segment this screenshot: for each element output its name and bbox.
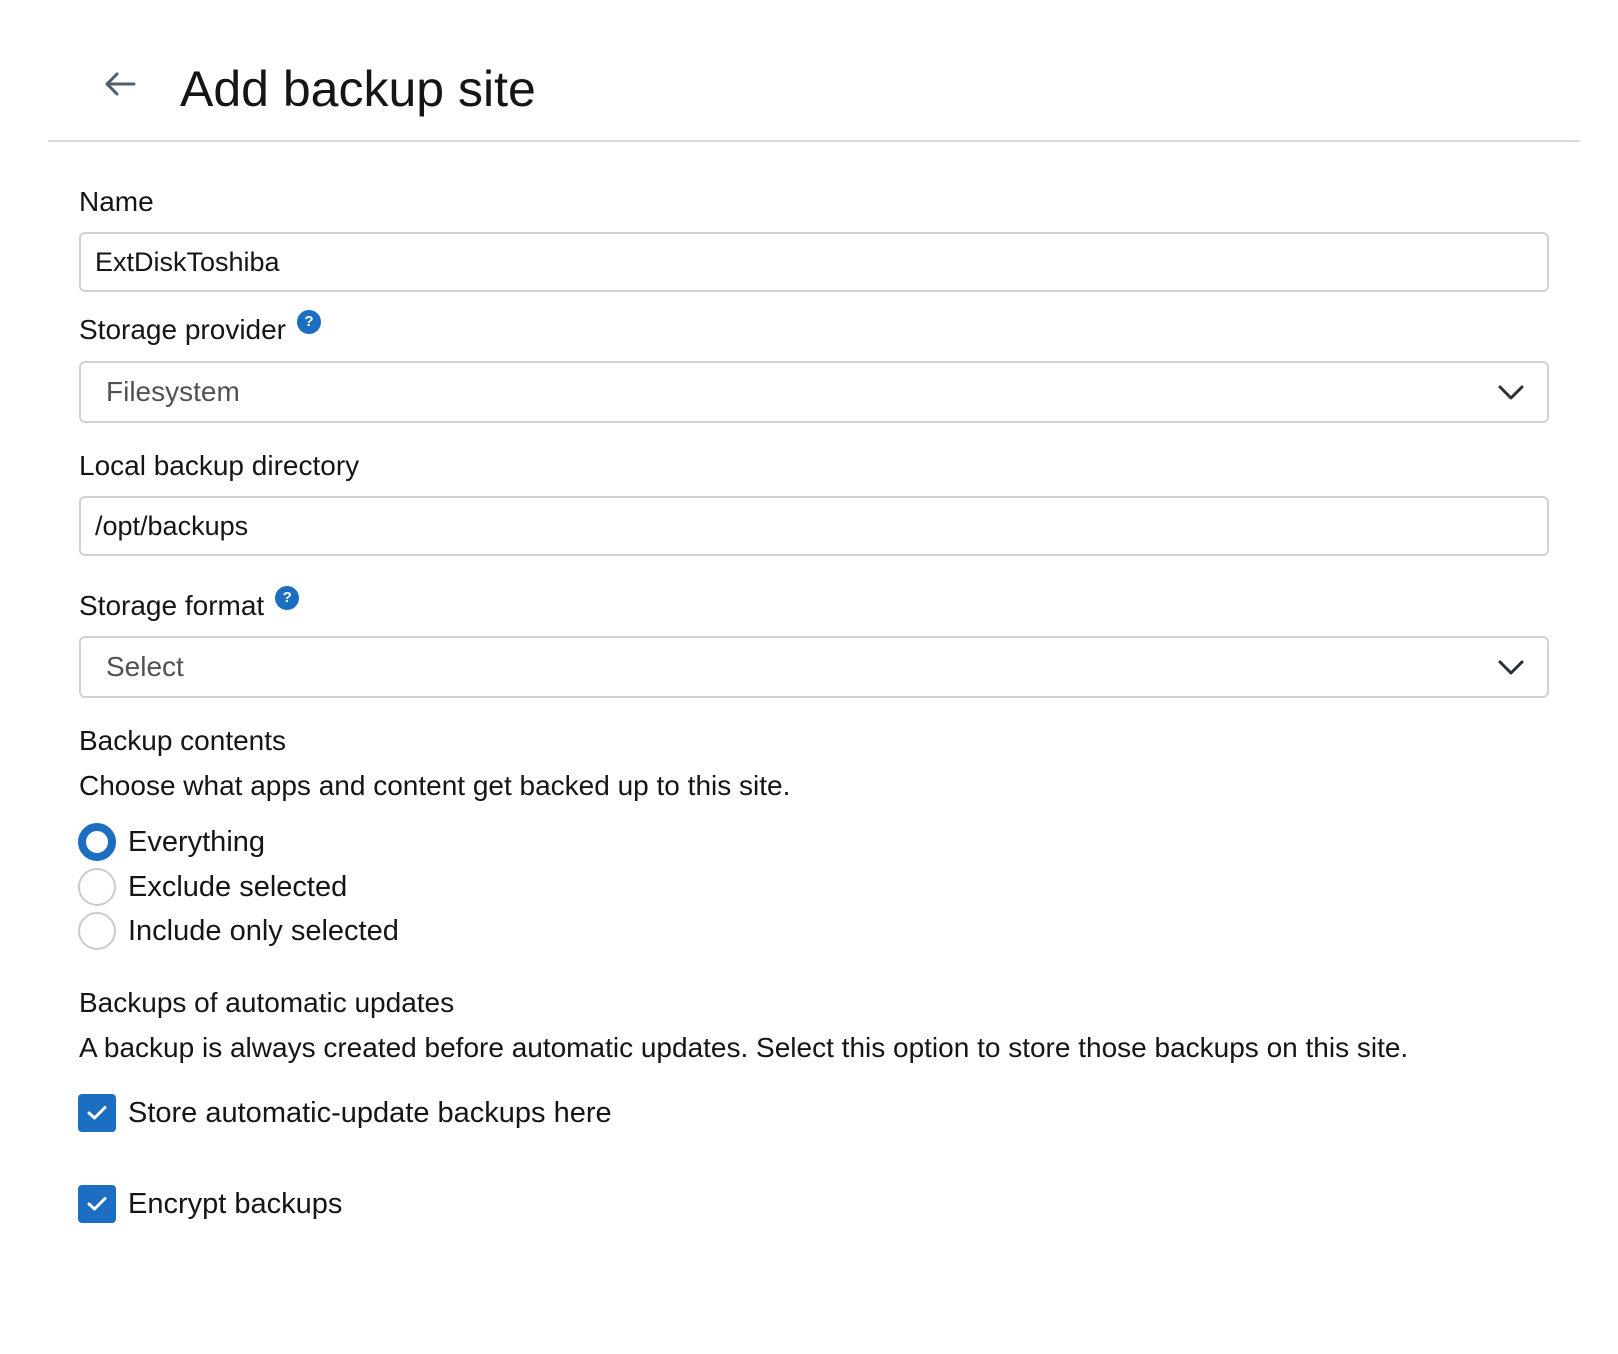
radio-option-exclude-selected[interactable]: Exclude selected — [78, 868, 347, 906]
storage-format-label-text: Storage format — [79, 590, 265, 621]
local-backup-directory-label: Local backup directory — [79, 448, 359, 484]
storage-format-help-icon[interactable]: ? — [275, 586, 300, 610]
back-button[interactable] — [98, 62, 142, 106]
store-automatic-update-backups-checkbox[interactable] — [78, 1094, 116, 1132]
storage-format-selected-value: Select — [106, 651, 184, 682]
automatic-updates-description: A backup is always created before automa… — [79, 1032, 1409, 1063]
encrypt-backups-option[interactable]: Encrypt backups — [78, 1185, 342, 1223]
radio-include-only-selected[interactable] — [78, 912, 116, 950]
storage-format-select[interactable]: Select — [79, 636, 1549, 698]
store-automatic-update-backups-label: Store automatic-update backups here — [128, 1097, 612, 1129]
encrypt-backups-checkbox[interactable] — [78, 1185, 116, 1223]
backup-contents-title: Backup contents — [79, 725, 287, 756]
add-backup-site-page: Add backup site Name Storage provider ? … — [0, 0, 1618, 1354]
name-label-text: Name — [79, 186, 154, 217]
automatic-updates-title: Backups of automatic updates — [79, 987, 455, 1018]
storage-provider-label-text: Storage provider — [79, 314, 287, 345]
page-header: Add backup site — [48, 0, 1580, 142]
page-title: Add backup site — [180, 61, 536, 117]
storage-format-label: Storage format ? — [79, 586, 300, 624]
checkmark-icon — [87, 1197, 107, 1211]
storage-provider-selected-value: Filesystem — [106, 376, 240, 407]
local-backup-directory-label-text: Local backup directory — [79, 450, 360, 481]
backup-contents-description: Choose what apps and content get backed … — [79, 770, 791, 801]
radio-everything[interactable] — [78, 823, 116, 861]
storage-provider-label: Storage provider ? — [79, 310, 322, 348]
radio-exclude-selected[interactable] — [78, 868, 116, 906]
radio-include-only-selected-label: Include only selected — [128, 915, 399, 947]
checkmark-icon — [87, 1106, 107, 1120]
arrow-left-icon — [105, 72, 136, 96]
chevron-down-icon — [1498, 660, 1524, 675]
store-automatic-update-backups-option[interactable]: Store automatic-update backups here — [78, 1094, 612, 1132]
storage-provider-select[interactable]: Filesystem — [79, 361, 1549, 423]
radio-option-everything[interactable]: Everything — [78, 823, 265, 861]
radio-everything-label: Everything — [128, 826, 266, 858]
radio-option-include-only-selected[interactable]: Include only selected — [78, 912, 399, 950]
chevron-down-icon — [1498, 385, 1524, 400]
name-input[interactable] — [79, 232, 1549, 292]
storage-provider-help-icon[interactable]: ? — [297, 310, 322, 334]
name-label: Name — [79, 184, 154, 220]
radio-exclude-selected-label: Exclude selected — [128, 871, 348, 903]
encrypt-backups-label: Encrypt backups — [128, 1188, 343, 1220]
local-backup-directory-input[interactable] — [79, 496, 1549, 556]
